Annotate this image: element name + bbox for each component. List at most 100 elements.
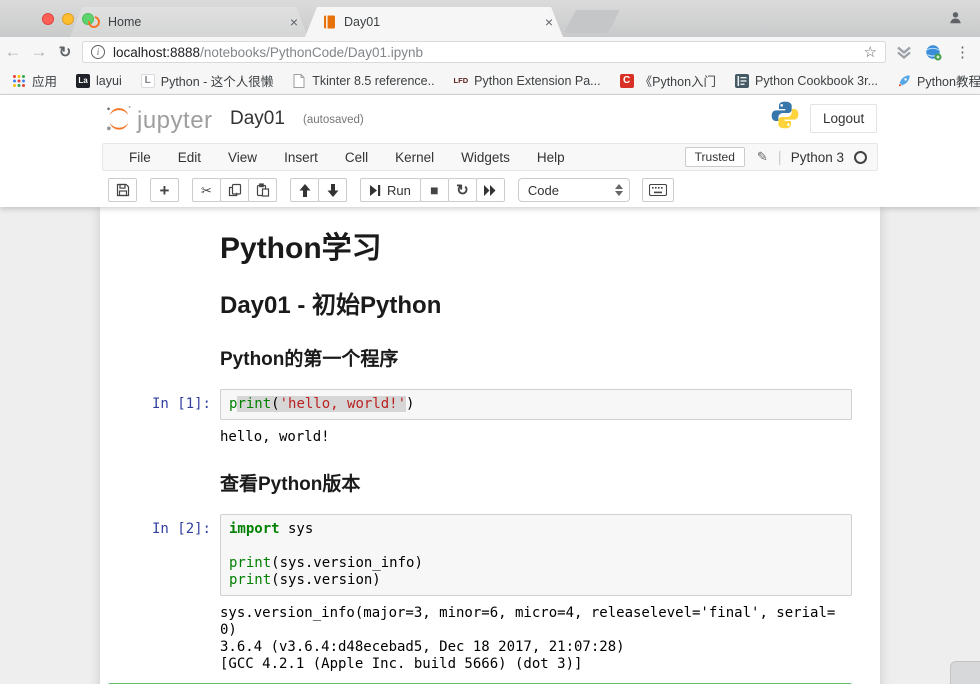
browser-toolbar: ← → ↻ i localhost:8888/notebooks/PythonC… [0, 37, 980, 67]
copy-cell-button[interactable] [220, 178, 249, 202]
python-logo-icon [769, 99, 801, 136]
kernel-name: Python 3 [791, 150, 844, 165]
address-bar[interactable]: i localhost:8888/notebooks/PythonCode/Da… [82, 41, 886, 63]
reload-icon[interactable]: ↻ [52, 43, 78, 61]
menu-file[interactable]: File [129, 150, 151, 165]
markdown-h3-first-program[interactable]: Python的第一个程序 [220, 348, 852, 372]
notebook-favicon-icon [323, 15, 336, 29]
bookmark-python-intro[interactable]: C 《Python入门 [620, 71, 716, 90]
cut-cell-button[interactable]: ✂ [192, 178, 221, 202]
bookmark-python-tutorial[interactable]: Python教程 [897, 71, 980, 90]
book-lines-favicon-icon [735, 74, 749, 88]
bookmarks-bar: 应用 La layui L Python - 这个人很懒 Tkinter 8.5… [0, 67, 980, 95]
bookmark-label: Python - 这个人很懒 [161, 71, 274, 90]
scroll-corner [950, 661, 980, 684]
bookmark-apps[interactable]: 应用 [12, 71, 57, 90]
letter-l-favicon-icon: L [141, 74, 155, 88]
tab-home-label: Home [108, 15, 282, 29]
back-icon[interactable]: ← [0, 42, 26, 62]
notebook-site: Python学习 Day01 - 初始Python Python的第一个程序 I… [0, 207, 980, 684]
run-label: Run [387, 183, 411, 198]
new-tab-button[interactable] [564, 10, 620, 33]
profile-icon[interactable] [948, 10, 963, 30]
minimize-window-button[interactable] [62, 13, 74, 25]
code-cell-2: In [2]: import sys print(sys.version_inf… [114, 514, 852, 596]
restart-run-all-button[interactable] [476, 178, 505, 202]
page-info-icon[interactable]: i [91, 45, 105, 59]
tab-home[interactable]: Home × [70, 7, 308, 37]
bookmark-python-cookbook[interactable]: Python Cookbook 3r... [735, 74, 878, 88]
close-window-button[interactable] [42, 13, 54, 25]
apps-grid-icon [12, 74, 26, 88]
move-cell-up-button[interactable] [290, 178, 319, 202]
menu-kernel[interactable]: Kernel [395, 150, 434, 165]
arrow-down-icon [327, 184, 339, 197]
menu-cell[interactable]: Cell [345, 150, 368, 165]
letter-c-favicon-icon: C [620, 74, 634, 88]
browser-window: Home × Day01 × ← → ↻ i localhost:8888/no… [0, 0, 980, 684]
browser-menu-icon[interactable]: ⋮ [955, 43, 970, 61]
tab-strip: Home × Day01 × [0, 0, 980, 37]
bookmark-label: 《Python入门 [640, 71, 716, 90]
tab-close-icon[interactable]: × [545, 14, 553, 30]
code-cell-1: In [1]: print('hello, world!') [114, 389, 852, 420]
bookmark-python-extensions[interactable]: LFD Python Extension Pa... [454, 74, 601, 88]
cell-type-select[interactable]: Code [518, 178, 630, 202]
command-palette-button[interactable] [642, 178, 674, 202]
bookmark-layui[interactable]: La layui [76, 74, 122, 88]
save-icon [116, 183, 130, 197]
code-input[interactable]: print('hello, world!') [220, 389, 852, 420]
code-input[interactable]: import sys print(sys.version_info)print(… [220, 514, 852, 596]
markdown-h1[interactable]: Python学习 [220, 231, 852, 267]
select-arrows-icon [615, 184, 623, 196]
scissors-icon: ✂ [201, 184, 212, 197]
menu-view[interactable]: View [228, 150, 257, 165]
jupyter-logo-text: jupyter [137, 108, 213, 134]
add-cell-button[interactable]: + [150, 178, 179, 202]
menu-edit[interactable]: Edit [178, 150, 201, 165]
arrow-up-icon [299, 184, 311, 197]
bookmark-label: layui [96, 74, 122, 88]
step-forward-icon [370, 185, 381, 196]
copy-icon [228, 183, 242, 197]
menu-widgets[interactable]: Widgets [461, 150, 510, 165]
move-cell-down-button[interactable] [318, 178, 347, 202]
markdown-h2[interactable]: Day01 - 初始Python [220, 291, 852, 321]
input-prompt: In [1]: [114, 389, 220, 420]
trusted-badge[interactable]: Trusted [685, 147, 745, 167]
bookmark-tkinter[interactable]: Tkinter 8.5 reference.. [292, 74, 434, 88]
bookmark-python-blog[interactable]: L Python - 这个人很懒 [141, 71, 274, 90]
markdown-h3-version[interactable]: 查看Python版本 [220, 473, 852, 497]
extension-chevrons-icon[interactable] [896, 45, 912, 60]
jupyter-logo[interactable]: jupyter [104, 103, 213, 134]
jupyter-menubar: File Edit View Insert Cell Kernel Widget… [102, 143, 878, 171]
kernel-idle-icon [854, 151, 867, 164]
restart-kernel-button[interactable]: ↻ [448, 178, 477, 202]
cell-output: hello, world! [220, 429, 852, 446]
bookmark-label: Python教程 [917, 71, 980, 90]
extension-globe-icon[interactable] [925, 44, 942, 61]
rocket-favicon-icon [897, 74, 911, 88]
page-favicon-icon [292, 74, 306, 88]
save-button[interactable] [108, 178, 137, 202]
url-host: localhost:8888 [113, 45, 200, 60]
bookmark-label: Python Extension Pa... [474, 74, 600, 88]
forward-icon[interactable]: → [26, 42, 52, 62]
menu-help[interactable]: Help [537, 150, 565, 165]
stop-icon: ■ [430, 183, 438, 197]
divider: | [778, 149, 782, 166]
tab-close-icon[interactable]: × [290, 14, 298, 30]
tab-day01[interactable]: Day01 × [305, 7, 563, 37]
run-cell-button[interactable]: Run [360, 178, 421, 202]
menu-insert[interactable]: Insert [284, 150, 318, 165]
notebook-container: Python学习 Day01 - 初始Python Python的第一个程序 I… [100, 207, 880, 684]
bookmark-star-icon[interactable]: ☆ [864, 43, 877, 61]
bookmark-label: 应用 [32, 71, 57, 90]
url-text: localhost:8888/notebooks/PythonCode/Day0… [113, 45, 856, 60]
notebook-title[interactable]: Day01 [230, 108, 285, 130]
interrupt-kernel-button[interactable]: ■ [420, 178, 449, 202]
paste-cell-button[interactable] [248, 178, 277, 202]
logout-button[interactable]: Logout [810, 104, 877, 133]
cell-output: sys.version_info(major=3, minor=6, micro… [220, 605, 852, 673]
url-path: /notebooks/PythonCode/Day01.ipynb [200, 45, 423, 60]
